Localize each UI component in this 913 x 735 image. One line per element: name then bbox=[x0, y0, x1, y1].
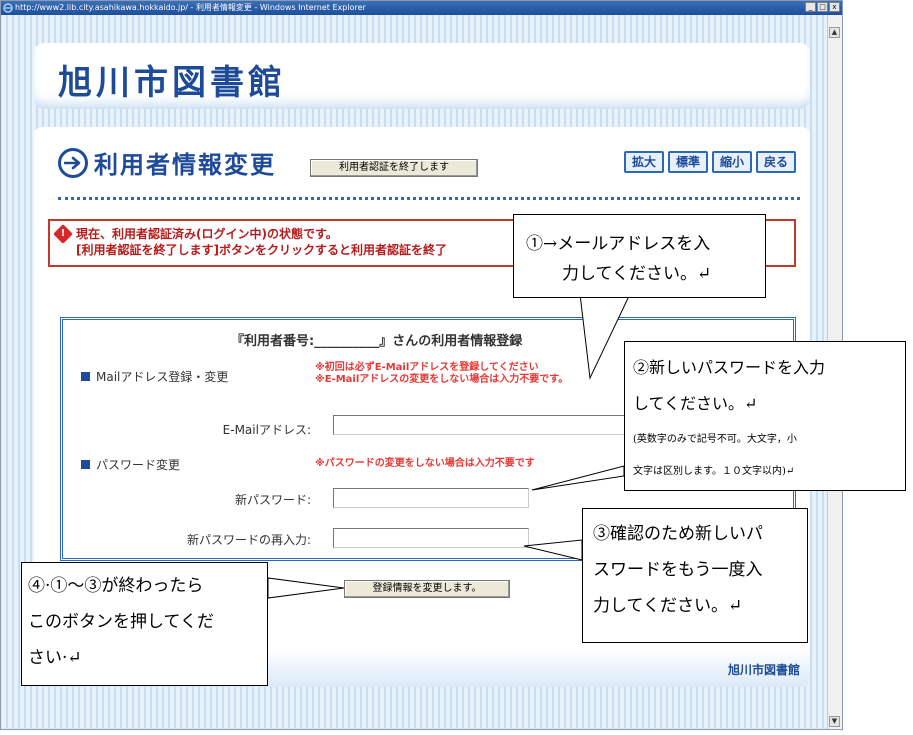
section-bullet-icon bbox=[81, 460, 90, 469]
confirm-password-input[interactable] bbox=[333, 528, 529, 548]
enlarge-button[interactable]: 拡大 bbox=[623, 151, 664, 173]
new-password-input[interactable] bbox=[333, 488, 529, 508]
arrow-right-icon bbox=[58, 147, 88, 178]
confirm-password-label: 新パスワードの再入力: bbox=[186, 533, 311, 547]
window-title: http://www2.lib.city.asahikawa.hokkaido.… bbox=[15, 3, 366, 12]
alert-line-1: 現在、利用者認証済み(ログイン中)の状態です。 bbox=[76, 227, 338, 241]
standard-size-button[interactable]: 標準 bbox=[667, 151, 708, 173]
mail-section-label: Mailアドレス登録・変更 bbox=[81, 368, 228, 385]
callout-2-line-4: 文字は区別します。１０文字以内)↵ bbox=[633, 466, 795, 477]
callout-submit-instruction: ④·①～③が終わったら このボタンを押してくだ さい·↵ bbox=[21, 562, 268, 686]
callout-2-line-3: (英数字のみで記号不可。大文字，小 bbox=[633, 434, 797, 445]
callout-2-line-2: してください。↵ bbox=[633, 394, 758, 413]
window-controls: _ □ x bbox=[805, 2, 840, 12]
mail-section-text: Mailアドレス登録・変更 bbox=[96, 370, 229, 384]
password-section-text: パスワード変更 bbox=[96, 458, 181, 472]
title-bar: http://www2.lib.city.asahikawa.hokkaido.… bbox=[1, 1, 842, 15]
callout-4-line-1: ④·①～③が終わったら bbox=[28, 576, 204, 596]
callout-1-line-1: ①→メールアドレスを入 bbox=[526, 234, 711, 254]
callout-2-line-1: ②新しいパスワードを入力 bbox=[633, 358, 826, 377]
form-heading: 『利用者番号:__________』さんの利用者情報登録 bbox=[231, 334, 523, 349]
password-note: ※パスワードの変更をしない場合は入力不要です bbox=[315, 458, 535, 469]
email-label: E-Mailアドレス: bbox=[222, 423, 311, 437]
scroll-down-icon[interactable]: ▼ bbox=[829, 716, 840, 727]
heading-divider bbox=[58, 197, 800, 200]
text-size-controls: 拡大 標準 縮小 戻る bbox=[623, 151, 796, 173]
page-title: 利用者情報変更 bbox=[94, 151, 276, 179]
end-authentication-button[interactable]: 利用者認証を終了します bbox=[310, 159, 478, 177]
back-button[interactable]: 戻る bbox=[755, 151, 796, 173]
callout-new-password-instruction: ②新しいパスワードを入力 してください。↵ (英数字のみで記号不可。大文字，小 … bbox=[624, 341, 906, 491]
callout-1-line-2: 力してください。↵ bbox=[562, 264, 712, 284]
section-bullet-icon bbox=[81, 372, 90, 381]
callout-4-line-2: このボタンを押してくだ bbox=[28, 612, 214, 632]
callout-4-line-3: さい·↵ bbox=[28, 648, 82, 668]
close-button[interactable]: x bbox=[829, 2, 840, 12]
callout-3-line-2: スワードをもう一度入 bbox=[593, 560, 763, 580]
callout-3-line-3: 力してください。↵ bbox=[593, 596, 743, 616]
footer-library-name: 旭川市図書館 bbox=[727, 663, 800, 677]
maximize-button[interactable]: □ bbox=[817, 2, 828, 12]
email-input[interactable] bbox=[333, 415, 633, 435]
password-section-label: パスワード変更 bbox=[81, 456, 180, 473]
mail-note-2: ※E-Mailアドレスの変更をしない場合は入力不要です。 bbox=[315, 374, 569, 385]
callout-3-line-1: ③確認のため新しいパ bbox=[593, 524, 763, 544]
minimize-button[interactable]: _ bbox=[805, 2, 816, 12]
shrink-button[interactable]: 縮小 bbox=[711, 151, 752, 173]
logo-panel: 旭川市図書館 bbox=[34, 43, 810, 109]
alert-line-2: [利用者認証を終了します]ボタンをクリックすると利用者認証を終了 bbox=[76, 243, 447, 257]
site-logo[interactable]: 旭川市図書館 bbox=[58, 55, 286, 104]
page-heading: 利用者情報変更 bbox=[58, 145, 276, 180]
mail-note-1: ※初回は必ずE-Mailアドレスを登録してください bbox=[315, 362, 539, 373]
callout-confirm-password-instruction: ③確認のため新しいパ スワードをもう一度入 力してください。↵ bbox=[582, 508, 808, 643]
scroll-up-icon[interactable]: ▲ bbox=[829, 27, 840, 38]
new-password-label: 新パスワード: bbox=[234, 493, 311, 507]
callout-email-instruction: ①→メールアドレスを入 力してください。↵ bbox=[513, 214, 766, 298]
warning-icon: ! bbox=[53, 224, 73, 244]
update-registration-button[interactable]: 登録情報を変更します。 bbox=[344, 580, 510, 598]
internet-explorer-icon bbox=[3, 3, 13, 13]
